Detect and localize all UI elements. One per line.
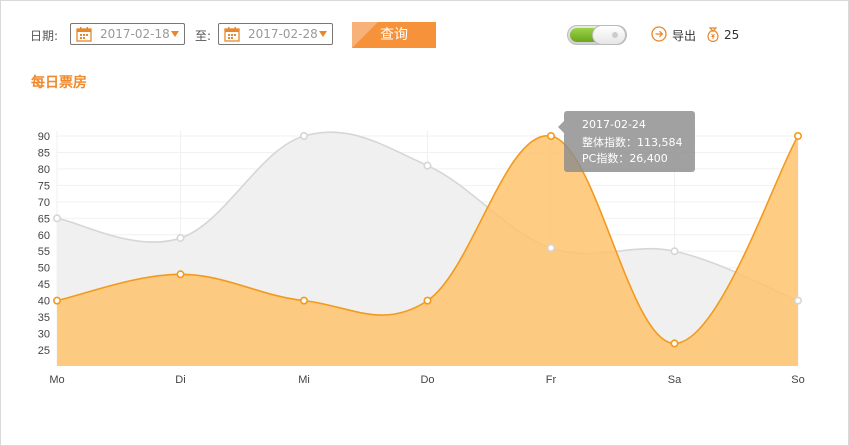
series-2-point [176,270,185,279]
series-2-point [793,132,802,141]
y-tick-label: 25 [38,345,50,357]
tooltip-line-1: 整体指数：113,584 [582,136,683,149]
y-tick-label: 40 [38,296,50,308]
y-tick-label: 75 [38,180,50,192]
series-2-point [299,296,308,305]
series-2-point [546,132,555,141]
y-tick-label: 65 [38,213,50,225]
x-tick-label: So [791,374,804,386]
series-2-point [423,296,432,305]
y-tick-label: 70 [38,197,50,209]
x-tick-label: Mo [49,374,64,386]
tooltip-date: 2017-02-24 [582,118,646,131]
series-2-point [52,296,61,305]
y-tick-label: 80 [38,164,50,176]
x-tick-label: Di [175,374,185,386]
y-tick-label: 50 [38,263,50,275]
x-tick-label: Do [420,374,434,386]
x-tick-label: Fr [546,374,557,386]
series-2-point [670,339,679,348]
series-1-point [176,234,185,243]
chart-panel: 日期: 2017-02-18 至: 2017-02-28 查询 导出 25 每日… [0,0,849,446]
series-1-point [423,161,432,170]
series-1-point [670,247,679,256]
series-1-point [299,132,308,141]
y-tick-label: 30 [38,329,50,341]
series-1-point [52,214,61,223]
y-tick-label: 45 [38,279,50,291]
series-1-point [793,296,802,305]
y-tick-label: 90 [38,131,50,143]
tooltip-line-2: PC指数：26,400 [582,152,668,165]
y-tick-label: 60 [38,230,50,242]
y-tick-label: 55 [38,246,50,258]
x-tick-label: Sa [668,374,682,386]
x-tick-label: Mi [298,374,310,386]
y-tick-label: 35 [38,312,50,324]
series-1-point [546,243,555,252]
area-chart: 90 85 80 75 70 65 60 55 50 45 40 35 30 25 Mo Di Mi Do Fr Sa… [38,131,805,386]
chart-tooltip: 2017-02-24 整体指数：113,584 PC指数：26,400 [558,111,695,172]
tooltip-caret [558,121,564,133]
y-tick-label: 85 [38,147,50,159]
